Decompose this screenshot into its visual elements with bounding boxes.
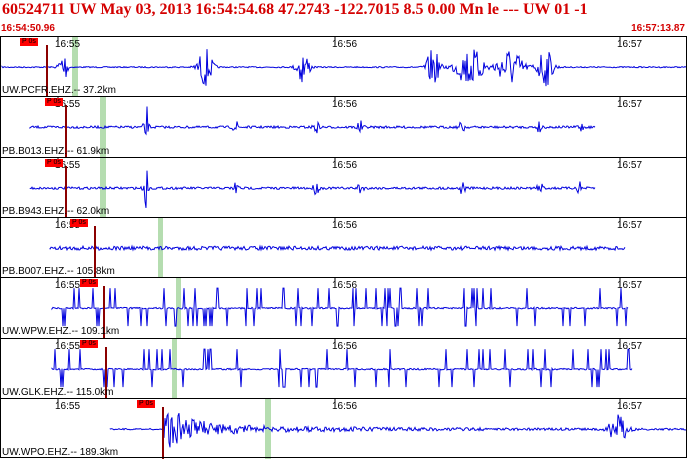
waveform-trace xyxy=(51,348,633,388)
event-title: 60524711 UW May 03, 2013 16:54:54.68 47.… xyxy=(2,1,588,18)
seismogram-panels: 16:55 16:56 16:57 P 0s UW.PCFR.EHZ.-- 37.2km… xyxy=(0,36,687,459)
pick-flag[interactable]: P 0s xyxy=(80,339,98,348)
trace-panel: 16:55 16:56 16:57 P 0s PB.B007.EHZ.-- 105.8k… xyxy=(0,216,687,279)
time-tick-label: 16:55 xyxy=(55,280,81,292)
pick-flag[interactable]: P 0s xyxy=(20,38,38,46)
time-tick-label: 16:57 xyxy=(617,159,643,171)
station-label: UW.PCFR.EHZ.-- 37.2km xyxy=(2,85,116,97)
time-tick-label: 16:57 xyxy=(617,39,643,50)
trace-panel: 16:55 16:56 16:57 P 0s PB.B013.EHZ.-- 61.9km xyxy=(0,96,687,158)
time-tick-label: 16:55 xyxy=(55,400,81,412)
waveform-trace xyxy=(29,170,596,208)
pick-flag[interactable]: P 0s xyxy=(70,218,88,227)
station-label: PB.B007.EHZ.-- 105.8km xyxy=(2,266,115,278)
pick-flag[interactable]: P 0s xyxy=(80,279,98,288)
trace-panel: 16:55 16:56 16:57 P 0s UW.PCFR.EHZ.-- 37.2km xyxy=(0,36,687,98)
time-tick-label: 16:57 xyxy=(617,219,643,231)
station-label: PB.B943.EHZ.-- 62.0km xyxy=(2,205,110,217)
time-tick-label: 16:56 xyxy=(332,219,358,231)
pick-flag[interactable]: P 0s xyxy=(45,98,63,107)
trace-panel: 16:55 16:56 16:57 P 0s PB.B943.EHZ.-- 62.0km xyxy=(0,156,687,218)
waveform-trace xyxy=(49,244,626,252)
time-tick-label: 16:56 xyxy=(332,39,358,50)
station-label: UW.WPO.EHZ.-- 189.3km xyxy=(2,447,119,459)
trace-panel: 16:55 16:56 16:57 P 0s UW.GLK.EHZ.-- 115.0km xyxy=(0,337,687,399)
end-time: 16:57:13.87 xyxy=(631,23,685,34)
station-label: PB.B013.EHZ.-- 61.9km xyxy=(2,145,110,157)
waveform-trace xyxy=(29,106,596,136)
time-tick-label: 16:56 xyxy=(332,99,358,111)
station-label: UW.GLK.EHZ.-- 115.0km xyxy=(2,386,114,398)
waveform-trace xyxy=(109,412,687,448)
trace-panel: 16:55 16:56 16:57 P 0s UW.WPW.EHZ.-- 109.1km xyxy=(0,277,687,339)
time-tick-label: 16:56 xyxy=(332,280,358,292)
header: 60524711 UW May 03, 2013 16:54:54.68 47.… xyxy=(0,0,687,36)
time-tick-label: 16:57 xyxy=(617,400,643,412)
waveform-trace xyxy=(51,287,629,327)
trace-panel: 16:55 16:56 16:57 P 0s UW.WPO.EHZ.-- 189.3km xyxy=(0,397,687,459)
pick-flag[interactable]: P 0s xyxy=(45,158,63,167)
time-tick-label: 16:57 xyxy=(617,340,643,352)
waveform-trace xyxy=(1,49,687,87)
time-tick-label: 16:56 xyxy=(332,400,358,412)
time-tick-label: 16:55 xyxy=(55,340,81,352)
start-time: 16:54:50.96 xyxy=(1,23,55,34)
time-tick-label: 16:55 xyxy=(55,39,81,50)
time-tick-label: 16:57 xyxy=(617,99,643,111)
time-tick-label: 16:57 xyxy=(617,280,643,292)
pick-flag[interactable]: P 0s xyxy=(137,399,155,408)
time-tick-label: 16:56 xyxy=(332,340,358,352)
station-label: UW.WPW.EHZ.-- 109.1km xyxy=(2,326,120,338)
time-tick-label: 16:56 xyxy=(332,159,358,171)
